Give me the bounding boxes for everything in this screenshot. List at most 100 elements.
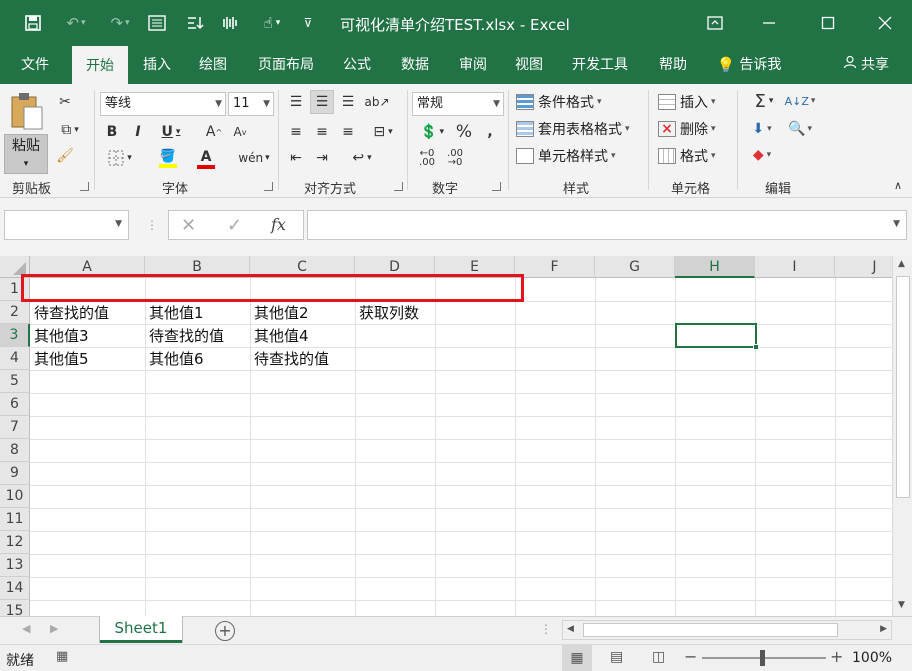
zoom-slider[interactable] <box>702 650 826 666</box>
tab-draw[interactable]: 绘图 <box>190 46 236 84</box>
font-launcher-icon[interactable] <box>264 182 273 191</box>
clipboard-launcher-icon[interactable] <box>80 182 89 191</box>
accounting-format-icon[interactable]: 💲 ▾ <box>414 122 450 142</box>
fill-handle[interactable] <box>753 344 759 350</box>
cell-a2[interactable]: 待查找的值 <box>30 301 109 324</box>
redo-icon[interactable]: ↷ ▾ <box>102 12 138 34</box>
font-name-select[interactable]: 等线 ▼ <box>100 92 226 116</box>
align-bottom-icon[interactable]: ☰ <box>338 92 358 112</box>
restore-icon[interactable] <box>813 10 843 36</box>
percent-icon[interactable]: % <box>454 122 474 142</box>
save-icon[interactable] <box>22 12 44 34</box>
copy-icon[interactable]: ⧉ ▾ <box>52 120 88 140</box>
align-center-icon[interactable]: ≡ <box>312 122 332 142</box>
column-header-f[interactable]: F <box>515 256 595 278</box>
cell-c3[interactable]: 其他值4 <box>250 324 309 347</box>
form-icon[interactable] <box>146 12 168 34</box>
paste-icon[interactable] <box>6 90 46 134</box>
page-break-view-icon[interactable]: ◫ <box>652 649 665 665</box>
zoom-level[interactable]: 100% <box>852 650 892 666</box>
tab-home[interactable]: 开始 <box>72 46 128 84</box>
comma-style-icon[interactable]: , <box>480 122 500 142</box>
tab-formulas[interactable]: 公式 <box>334 46 380 84</box>
name-box[interactable]: ▼ <box>4 210 129 240</box>
format-painter-icon[interactable]: 🖌 <box>54 146 76 166</box>
align-left-icon[interactable]: ≡ <box>286 122 306 142</box>
number-format-select[interactable]: 常规 ▼ <box>412 92 504 116</box>
vertical-scroll-thumb[interactable] <box>896 276 910 498</box>
expand-formula-icon[interactable]: ▼ <box>893 219 900 229</box>
worksheet-grid[interactable]: A B C D E F G H I J 1 2 3 4 5 6 7 8 9 10… <box>0 256 912 616</box>
increase-font-icon[interactable]: A ^ <box>204 122 224 142</box>
decrease-indent-icon[interactable]: ⇤ <box>286 148 306 168</box>
cell-c4[interactable]: 待查找的值 <box>250 347 329 370</box>
sort-icon[interactable] <box>184 12 206 34</box>
tab-review[interactable]: 审阅 <box>450 46 496 84</box>
sheet-tab-sheet1[interactable]: Sheet1 <box>100 616 182 643</box>
scroll-down-icon[interactable]: ▼ <box>898 600 905 610</box>
increase-decimal-icon[interactable]: ←0.00 <box>414 148 440 168</box>
cell-c2[interactable]: 其他值2 <box>250 301 309 324</box>
row-header-13[interactable]: 13 <box>0 554 30 577</box>
tab-file[interactable]: 文件 <box>8 46 62 84</box>
row-header-15[interactable]: 15 <box>0 600 30 616</box>
zoom-out-icon[interactable]: − <box>684 647 697 666</box>
row-header-10[interactable]: 10 <box>0 485 30 508</box>
split-grip-icon[interactable]: ⋮ <box>540 622 552 636</box>
add-sheet-icon[interactable]: + <box>215 621 235 641</box>
decrease-decimal-icon[interactable]: .00 →0 <box>442 148 468 168</box>
format-cells-button[interactable]: 格式 ▾ <box>658 144 716 168</box>
sheet-prev-icon[interactable]: ◀ <box>22 622 30 635</box>
decrease-font-icon[interactable]: Av <box>230 122 250 142</box>
active-cell-h3[interactable] <box>675 323 759 350</box>
scroll-right-icon[interactable]: ▶ <box>880 624 887 634</box>
row-header-11[interactable]: 11 <box>0 508 30 531</box>
cancel-formula-icon[interactable]: ✕ <box>181 215 196 236</box>
tab-view[interactable]: 视图 <box>506 46 552 84</box>
borders-icon[interactable]: ▾ <box>102 148 138 168</box>
scroll-left-icon[interactable]: ◀ <box>567 624 574 634</box>
page-layout-view-icon[interactable]: ▤ <box>610 649 623 665</box>
cell-d2[interactable]: 获取列数 <box>355 301 419 324</box>
orientation-icon[interactable]: ab↗ <box>364 92 389 112</box>
scroll-up-icon[interactable]: ▲ <box>898 259 905 269</box>
insert-function-icon[interactable]: fx <box>271 215 286 234</box>
macro-record-icon[interactable]: ▦ <box>56 649 68 664</box>
sort-filter-icon[interactable]: A↓Z ▾ <box>782 90 818 112</box>
column-header-g[interactable]: G <box>595 256 675 278</box>
autosum-icon[interactable]: Σ ▾ <box>744 90 784 112</box>
normal-view-icon[interactable]: ▦ <box>562 645 592 671</box>
paste-button[interactable]: 粘贴 ▾ <box>4 134 48 174</box>
ribbon-display-icon[interactable] <box>700 10 730 36</box>
row-header-3[interactable]: 3 <box>0 324 30 347</box>
row-header-2[interactable]: 2 <box>0 301 30 324</box>
horizontal-scroll-thumb[interactable] <box>583 623 838 637</box>
insert-cells-button[interactable]: 插入 ▾ <box>658 90 716 114</box>
row-header-4[interactable]: 4 <box>0 347 30 370</box>
cell-styles-button[interactable]: 单元格样式 ▾ <box>516 144 616 168</box>
minimize-icon[interactable] <box>754 10 784 36</box>
cell-a3[interactable]: 其他值3 <box>30 324 89 347</box>
row-header-6[interactable]: 6 <box>0 393 30 416</box>
align-right-icon[interactable]: ≡ <box>338 122 358 142</box>
collapse-ribbon-icon[interactable]: ∧ <box>890 178 906 192</box>
fill-color-icon[interactable]: 🪣 <box>150 148 186 170</box>
tab-page-layout[interactable]: 页面布局 <box>248 46 324 84</box>
touch-pointer-icon[interactable]: ☝ ▾ <box>254 12 290 34</box>
row-header-8[interactable]: 8 <box>0 439 30 462</box>
column-header-i[interactable]: I <box>755 256 835 278</box>
touch-mode-icon[interactable] <box>220 12 242 34</box>
horizontal-scrollbar[interactable]: ◀ ▶ <box>562 620 892 640</box>
tab-insert[interactable]: 插入 <box>134 46 180 84</box>
align-top-icon[interactable]: ☰ <box>286 92 306 112</box>
undo-icon[interactable]: ↶ ▾ <box>58 12 94 34</box>
cell-b3[interactable]: 待查找的值 <box>145 324 224 347</box>
find-select-icon[interactable]: 🔍 ▾ <box>782 118 818 140</box>
align-middle-icon[interactable]: ☰ <box>310 90 334 114</box>
tab-help[interactable]: 帮助 <box>650 46 696 84</box>
row-header-7[interactable]: 7 <box>0 416 30 439</box>
close-icon[interactable] <box>870 10 900 36</box>
cell-b2[interactable]: 其他值1 <box>145 301 204 324</box>
row-header-9[interactable]: 9 <box>0 462 30 485</box>
bold-icon[interactable]: B <box>102 122 122 142</box>
